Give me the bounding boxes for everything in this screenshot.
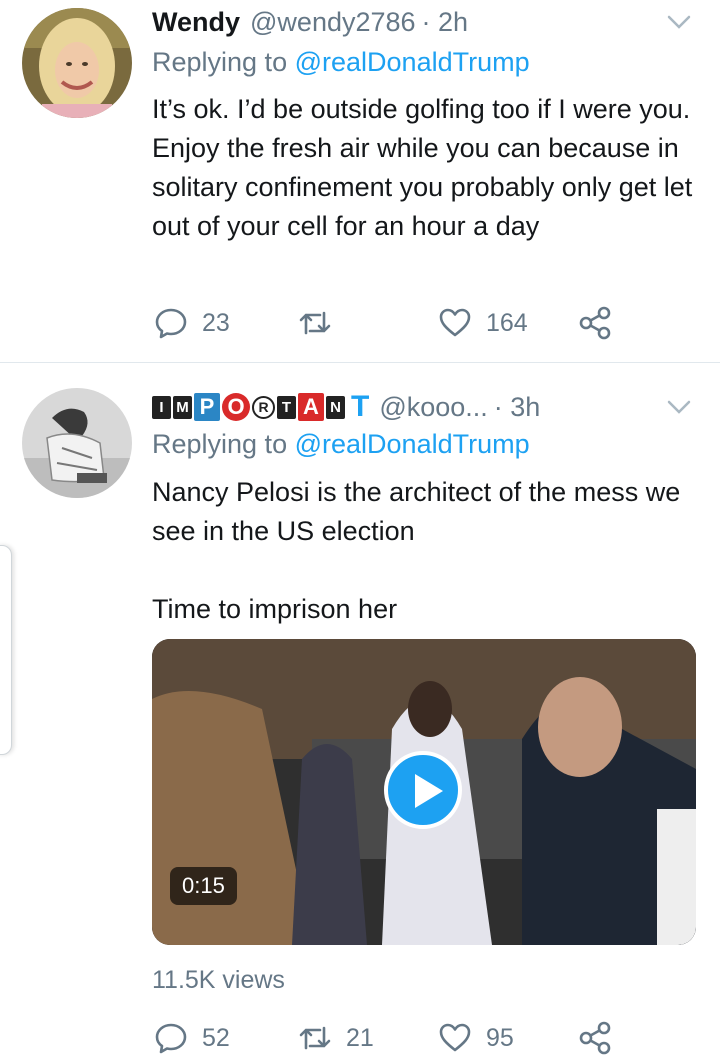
replying-to: Replying to @realDonaldTrump (152, 47, 530, 78)
retweet-icon (299, 1026, 331, 1050)
share-icon (579, 1021, 611, 1055)
chevron-down-icon[interactable] (666, 12, 692, 32)
retweet-count: 21 (346, 1023, 374, 1052)
like-button[interactable]: 164 (438, 303, 528, 343)
display-name-letter: I (152, 395, 171, 419)
tweet-header: I M P O R T A N T @kooo... · 3h (152, 387, 700, 427)
reply-button[interactable]: 23 (154, 303, 230, 343)
reply-count: 52 (202, 1023, 230, 1052)
display-name-letter: O (222, 393, 250, 421)
tweet-actions: 23 164 (152, 303, 622, 343)
retweet-button[interactable] (298, 303, 346, 343)
speech-bubble-icon (155, 308, 187, 339)
display-name-letter: N (326, 395, 345, 419)
tweet-actions: 52 21 95 (152, 1018, 622, 1055)
like-count: 164 (486, 308, 528, 337)
heart-icon (439, 308, 471, 337)
view-count: 11.5K views (152, 966, 285, 994)
avatar[interactable] (22, 388, 132, 498)
share-icon (579, 306, 611, 340)
share-button[interactable] (578, 303, 626, 343)
mention-link[interactable]: @realDonaldTrump (295, 429, 530, 459)
retweet-icon (299, 311, 331, 335)
display-name-letter: A (298, 393, 324, 421)
display-name-letter: P (194, 393, 220, 421)
video-player[interactable]: 0:15 (152, 639, 696, 945)
display-name[interactable]: Wendy (152, 7, 240, 38)
display-name-letter: M (173, 395, 192, 419)
like-button[interactable]: 95 (438, 1018, 514, 1055)
avatar-image (22, 8, 132, 118)
tweet-text: It’s ok. I’d be outside golfing too if I… (152, 94, 693, 241)
share-button[interactable] (578, 1018, 626, 1055)
timestamp[interactable]: · 2h (422, 7, 469, 38)
replying-to: Replying to @realDonaldTrump (152, 429, 530, 460)
avatar[interactable] (22, 8, 132, 118)
mention-link[interactable]: @realDonaldTrump (295, 47, 530, 77)
user-handle[interactable]: @wendy2786 (250, 7, 416, 38)
retweet-button[interactable]: 21 (298, 1018, 374, 1055)
replying-to-label: Replying to (152, 47, 288, 77)
display-name-letter: T (351, 390, 370, 423)
video-duration: 0:15 (170, 867, 237, 905)
chevron-down-icon[interactable] (666, 397, 692, 417)
user-handle[interactable]: @kooo... (379, 392, 487, 423)
reply-button[interactable]: 52 (154, 1018, 230, 1055)
tweet-wendy[interactable]: Wendy @wendy2786 · 2h Replying to @realD… (0, 0, 720, 362)
display-name-letter: T (277, 395, 296, 419)
reply-count: 23 (202, 308, 230, 337)
display-name-letter: R (252, 395, 275, 419)
tweet-important[interactable]: I M P O R T A N T @kooo... · 3h Replying… (0, 363, 720, 1055)
tweet-text: Nancy Pelosi is the architect of the mes… (152, 477, 681, 624)
speech-bubble-icon (155, 1023, 187, 1054)
timestamp[interactable]: · 3h (494, 392, 541, 423)
like-count: 95 (486, 1023, 514, 1052)
edge-side-panel-handle[interactable] (0, 545, 12, 755)
play-icon[interactable] (384, 751, 462, 829)
heart-icon (439, 1023, 471, 1052)
avatar-image (22, 388, 132, 498)
display-name[interactable]: I M P O R T A N T (152, 392, 371, 422)
tweet-header: Wendy @wendy2786 · 2h (152, 2, 700, 42)
replying-to-label: Replying to (152, 429, 288, 459)
